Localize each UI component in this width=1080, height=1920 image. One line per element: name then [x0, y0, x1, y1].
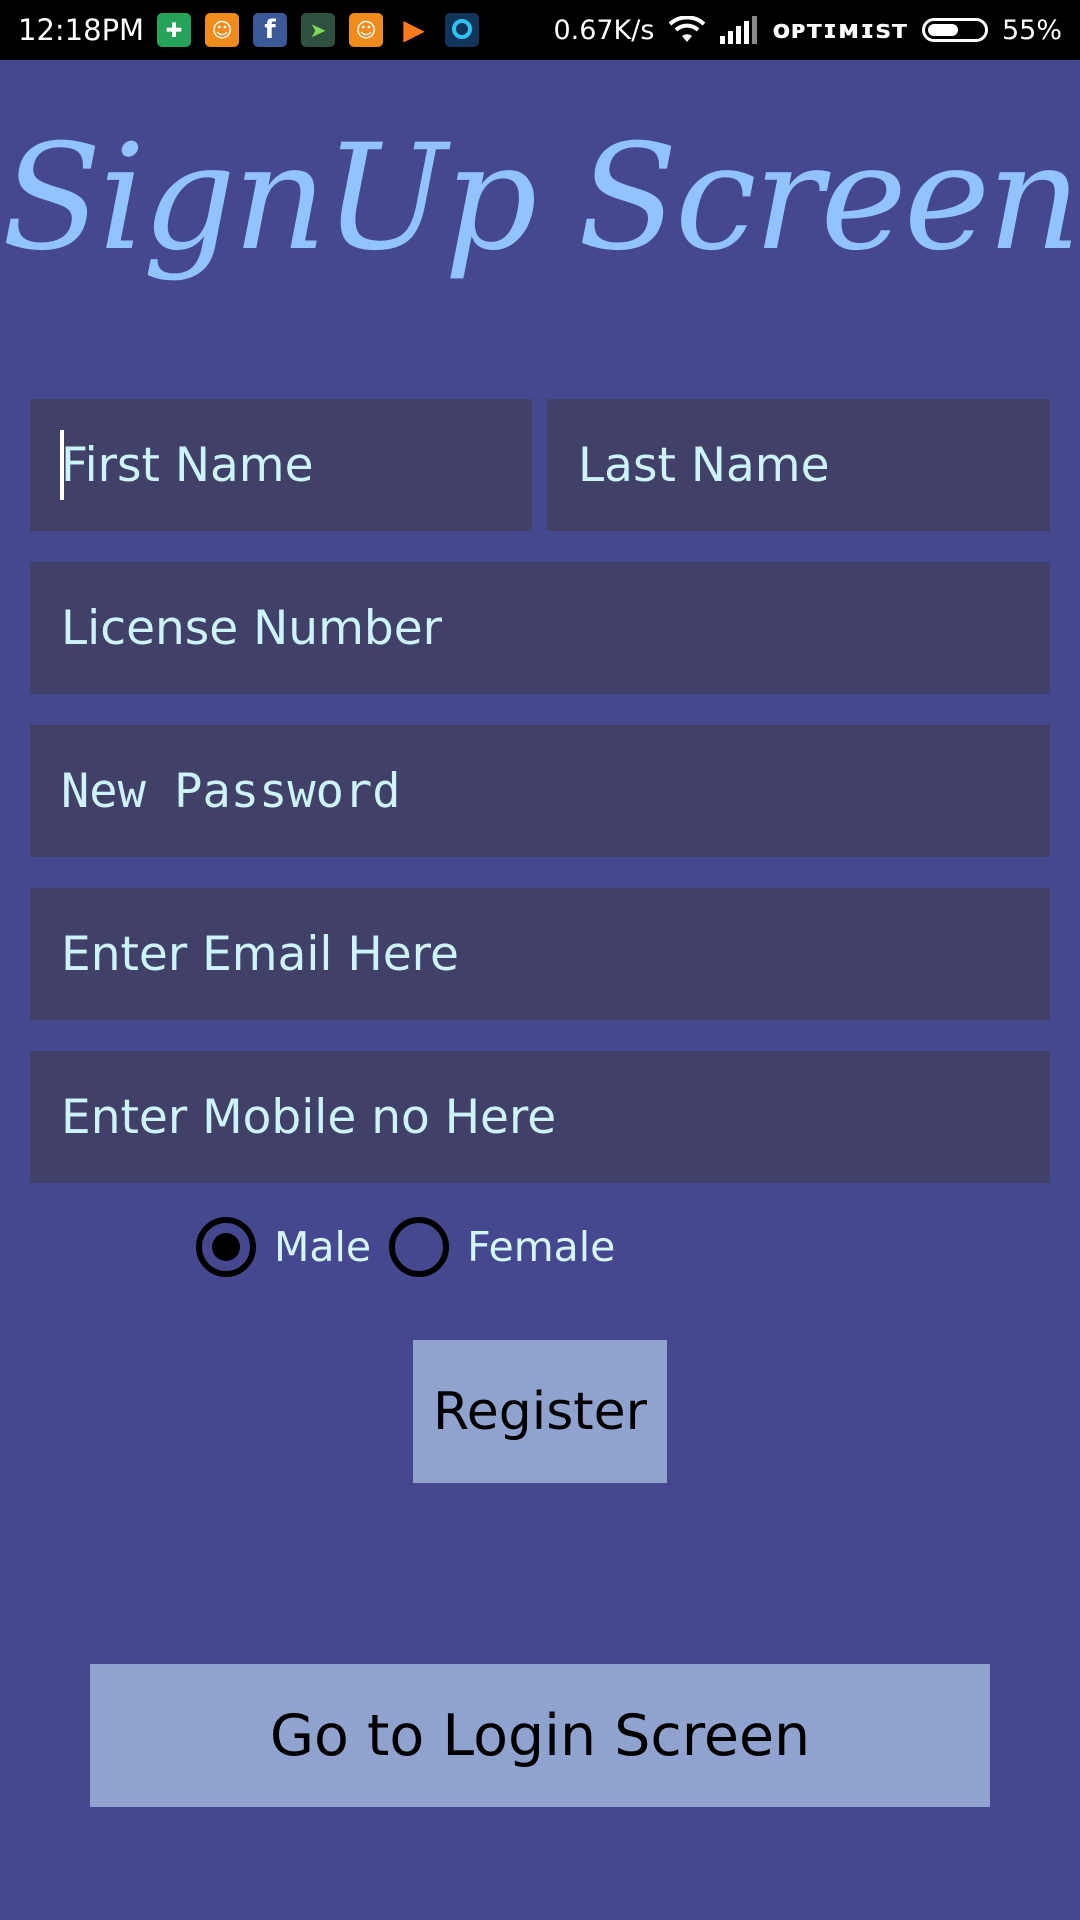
- network-speed: 0.67K/s: [553, 14, 655, 46]
- carrier-name: ᴏᴘᴛɪᴍɪѕᴛ: [772, 15, 908, 45]
- page-title: SignUp Screen: [1, 113, 1080, 283]
- last-name-input[interactable]: [547, 399, 1050, 531]
- shield-icon: ✚: [157, 13, 191, 47]
- email-input[interactable]: [30, 888, 1050, 1020]
- gender-radio-group: Male Female: [196, 1217, 633, 1277]
- male-label: Male: [274, 1223, 372, 1271]
- female-radio-button[interactable]: [389, 1217, 450, 1277]
- battery-fill: [927, 24, 958, 36]
- status-right: 0.67K/s ᴏᴘᴛɪᴍɪѕᴛ 55%: [553, 12, 1062, 48]
- notification-icons: ✚ ☺ f ➤ ☺ ▶: [157, 13, 479, 47]
- first-name-input[interactable]: [30, 399, 532, 531]
- male-radio-button[interactable]: [196, 1217, 256, 1277]
- wifi-icon: [668, 16, 706, 44]
- radio-option-male[interactable]: Male: [196, 1217, 389, 1277]
- battery-level: 55%: [1001, 14, 1062, 46]
- battery-icon: [921, 18, 988, 42]
- radio-option-female[interactable]: Female: [389, 1217, 633, 1277]
- status-bar: 12:18PM ✚ ☺ f ➤ ☺ ▶ 0.67K/s ᴏᴘᴛɪᴍɪѕᴛ 55%: [0, 0, 1080, 60]
- new-password-input[interactable]: [30, 725, 1050, 857]
- signal-icon: [720, 16, 758, 44]
- register-button[interactable]: Register: [413, 1340, 667, 1483]
- license-number-input[interactable]: [30, 562, 1050, 694]
- facebook-icon: f: [253, 13, 287, 47]
- text-cursor: [60, 430, 64, 500]
- uc-browser-icon: ☺: [205, 13, 239, 47]
- circle-app-icon: [445, 13, 479, 47]
- play-music-icon: ▶: [397, 13, 431, 47]
- mobile-input[interactable]: [30, 1051, 1050, 1183]
- uc-browser-icon: ☺: [349, 13, 383, 47]
- female-label: Female: [467, 1223, 616, 1271]
- go-to-login-button[interactable]: Go to Login Screen: [90, 1664, 990, 1807]
- status-time: 12:18PM: [18, 13, 145, 47]
- messenger-plane-icon: ➤: [301, 13, 335, 47]
